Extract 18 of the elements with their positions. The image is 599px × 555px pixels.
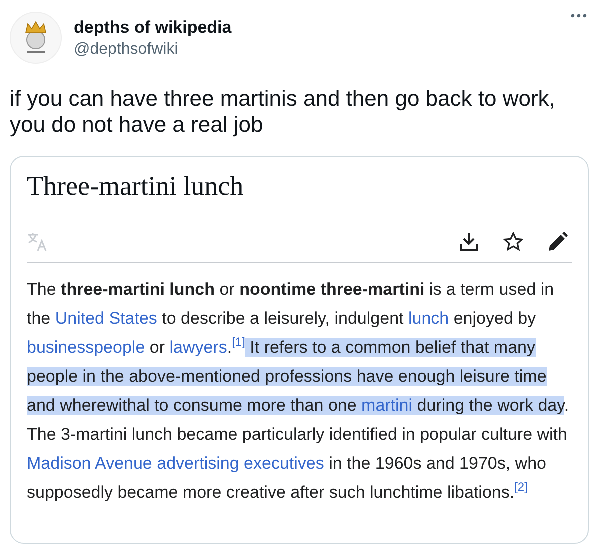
article-title: Three-martini lunch	[27, 171, 245, 202]
edit-icon[interactable]	[548, 232, 568, 252]
citation-link[interactable]: [2]	[514, 480, 528, 494]
citation-link[interactable]: [1]	[232, 335, 246, 349]
article-link[interactable]: lunch	[408, 309, 450, 328]
article-link[interactable]: martini	[362, 396, 413, 415]
download-icon[interactable]	[459, 232, 479, 252]
article-paragraph: The three-martini lunch or noontime three-martini is a term used in the United States to describe a leisurely, indulgent lunch enjoyed by businesspeople or lawyers.$^{[1]}$ It refers to a common belief that many people in the above-mentioned professions have enough leisure time and wherewithal to consume more than one martini during the work day. The 3-martini lunch became particularly identified in popular culture with Madison Avenue advertising executives in the 1960s and 1970s, who supposedly became more creative after such lunchtime libations.$^{[2]}$	[27, 279, 570, 504]
article-link[interactable]: United States	[55, 309, 158, 328]
article-link[interactable]: Madison Avenue advertising executives	[27, 454, 324, 473]
avatar-icon[interactable]	[10, 12, 62, 64]
tweet-text: if you can have three martinis and then go back to work, you do not have a real job	[10, 86, 556, 138]
star-icon[interactable]	[503, 232, 524, 252]
more-icon[interactable]	[571, 14, 587, 18]
display-name[interactable]: depths of wikipedia	[74, 18, 232, 38]
user-handle[interactable]: @depthsofwiki	[74, 40, 232, 58]
article-link[interactable]: lawyers	[170, 338, 228, 357]
article-link[interactable]: businesspeople	[27, 338, 146, 357]
